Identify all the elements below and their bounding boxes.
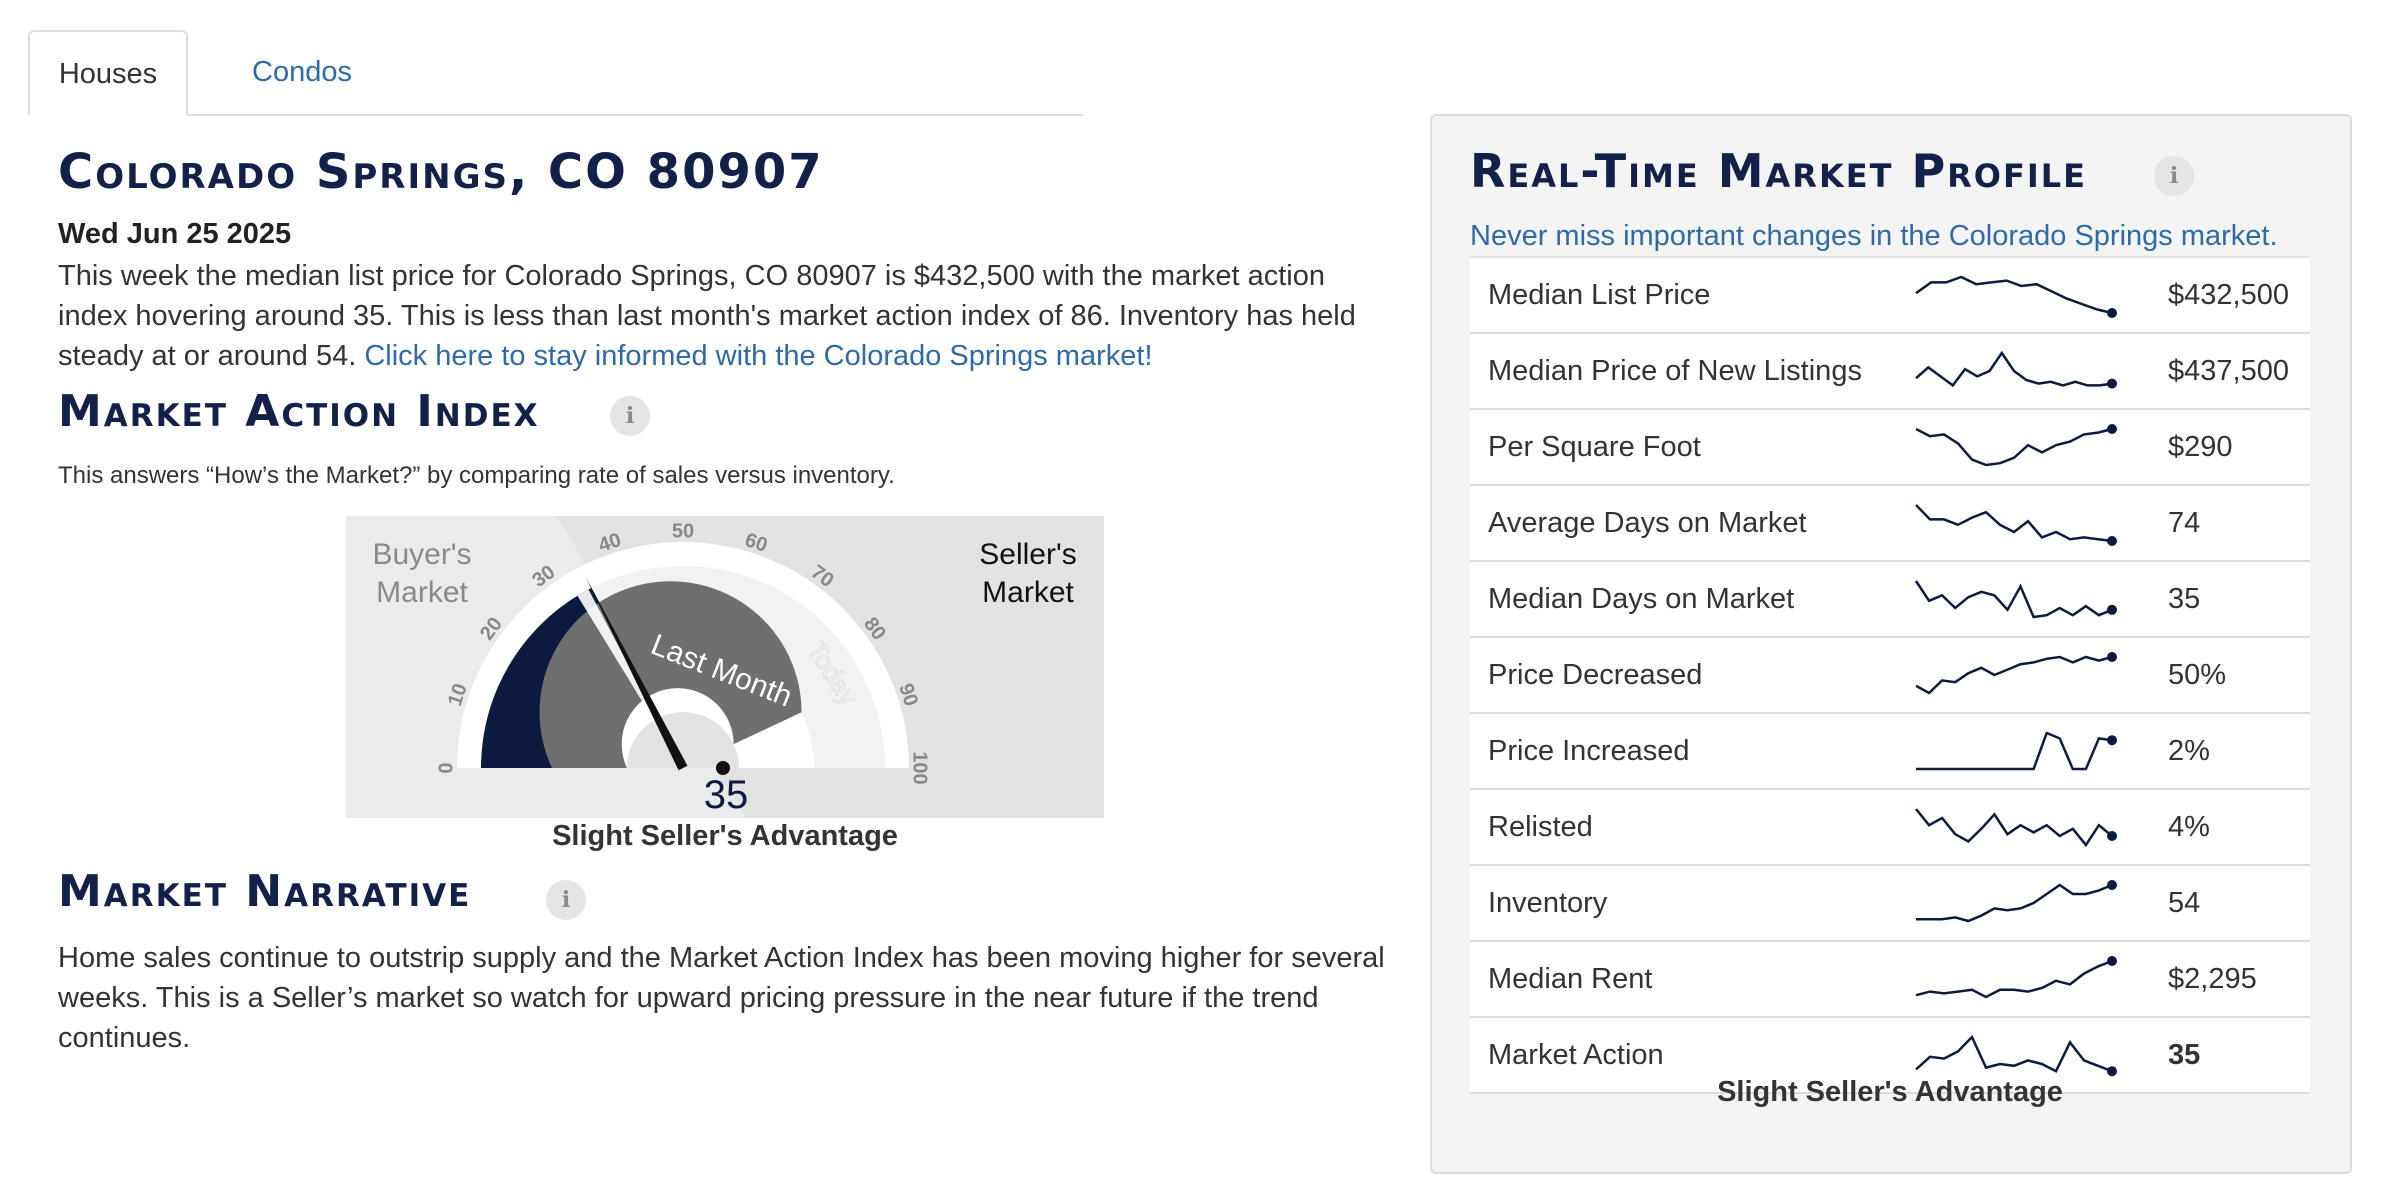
market-profile-caption: Slight Seller's Advantage: [1717, 1076, 2063, 1108]
trend-endpoint: [2107, 831, 2117, 841]
metric-value: $290: [2168, 431, 2233, 463]
trend-endpoint: [2107, 424, 2117, 434]
trend-line: [1915, 808, 2113, 848]
trend-sparkline: [1916, 880, 2117, 923]
trend-sparkline: [1915, 504, 2117, 546]
table-row: Price Increased 2%: [1470, 714, 2310, 790]
metric-label: Average Days on Market: [1488, 507, 1807, 539]
info-icon[interactable]: i: [610, 396, 650, 436]
metric-value: 74: [2168, 507, 2201, 539]
gauge-tick-label: 100: [909, 751, 931, 784]
trend-line: [1915, 427, 2113, 467]
table-row: Median Days on Market 35: [1470, 562, 2310, 638]
trend-line: [1915, 350, 2113, 388]
metric-value: 4%: [2168, 811, 2210, 843]
trend-endpoint: [2107, 735, 2117, 746]
stay-informed-link[interactable]: Click here to stay informed with the Col…: [364, 340, 1152, 372]
sellers-market-label-1: Seller's: [979, 538, 1076, 571]
trend-line: [1914, 580, 2113, 619]
trend-line: [1915, 504, 2113, 543]
sellers-market-label-2: Market: [982, 576, 1074, 609]
trend-sparkline: [1916, 731, 2117, 771]
trend-line: [1915, 1034, 2113, 1073]
trend-endpoint: [2107, 956, 2117, 966]
metric-label: Inventory: [1488, 887, 1608, 919]
metric-value: $432,500: [2168, 279, 2289, 311]
trend-line: [1916, 731, 2113, 771]
metric-value: $437,500: [2168, 355, 2289, 387]
gauge-svg: 010203040 50 60708090100 Last Month Today …: [346, 516, 1077, 818]
trend-line: [1915, 275, 2113, 315]
table-row: Average Days on Market 74: [1470, 486, 2310, 562]
gauge-value: 35: [704, 773, 749, 817]
trend-sparkline: [1915, 350, 2117, 389]
trend-line: [1915, 959, 2113, 999]
metric-label: Per Square Foot: [1488, 431, 1701, 463]
info-icon[interactable]: i: [2154, 156, 2194, 196]
metric-label: Relisted: [1488, 811, 1593, 843]
metric-value: 2%: [2168, 735, 2210, 767]
gauge-tick-label: 0: [435, 762, 457, 773]
table-row: Median Price of New Listings $437,500: [1470, 334, 2310, 410]
market-profile-table: Median List Price $432,500 Median Price of…: [1470, 256, 2310, 1094]
metric-value: 35: [2168, 583, 2201, 615]
metric-label: Price Decreased: [1488, 659, 1703, 691]
market-profile-subtitle: Never miss important changes in the Colo…: [1470, 220, 2278, 252]
table-row: Price Decreased 50%: [1470, 638, 2310, 714]
trend-endpoint: [2107, 308, 2117, 318]
trend-line: [1915, 655, 2113, 695]
metric-value: 54: [2168, 887, 2201, 919]
metric-label: Median Rent: [1488, 963, 1653, 995]
summary-paragraph: This week the median list price for Colo…: [58, 256, 1358, 376]
gauge-caption: Slight Seller's Advantage: [552, 820, 898, 852]
trend-endpoint: [2107, 880, 2117, 890]
buyers-market-label-2: Market: [376, 576, 468, 609]
table-row: Inventory 54: [1470, 866, 2310, 942]
trend-endpoint: [2107, 536, 2117, 546]
report-date: Wed Jun 25 2025: [58, 218, 292, 250]
page-title: Colorado Springs, CO 80907: [58, 144, 824, 200]
tab-condos[interactable]: Condos: [220, 30, 384, 114]
table-row: Median List Price $432,500: [1470, 258, 2310, 334]
buyers-market-label-1: Buyer's: [372, 538, 471, 571]
tab-houses[interactable]: Houses: [28, 30, 188, 116]
property-type-tabs: Houses Condos: [28, 30, 1083, 116]
trend-endpoint: [2107, 378, 2117, 389]
trend-sparkline: [1915, 1034, 2117, 1077]
table-row: Per Square Foot $290: [1470, 410, 2310, 486]
trend-sparkline: [1915, 652, 2117, 695]
market-narrative-text: Home sales continue to outstrip supply a…: [58, 942, 1385, 1054]
market-narrative-title: Market Narrative: [58, 866, 472, 917]
market-action-description: This answers “How’s the Market?” by comp…: [58, 462, 895, 489]
market-profile-title: Real-Time Market Profile: [1470, 144, 2088, 198]
metric-label: Median Days on Market: [1488, 583, 1795, 615]
gauge-tick-label: 50: [672, 520, 694, 542]
metric-value: $2,295: [2168, 963, 2257, 995]
trend-sparkline: [1915, 956, 2117, 999]
trend-sparkline: [1915, 424, 2117, 467]
metric-label: Median List Price: [1488, 279, 1711, 311]
metric-label: Median Price of New Listings: [1488, 355, 1862, 387]
market-action-gauge: 0 10 20 30 40 50 60 70 80 90 100 Last Month Today …: [346, 516, 1104, 818]
market-action-index-title: Market Action Index: [58, 386, 540, 437]
trend-line: [1916, 883, 2113, 923]
info-icon[interactable]: i: [546, 880, 586, 920]
trend-sparkline: [1915, 275, 2117, 318]
trend-sparkline: [1915, 808, 2117, 848]
table-row: Relisted 4%: [1470, 790, 2310, 866]
trend-endpoint: [2107, 1066, 2117, 1077]
trend-endpoint: [2107, 652, 2117, 662]
trend-sparkline: [1914, 580, 2117, 619]
table-row: Median Rent $2,295: [1470, 942, 2310, 1018]
metric-value: 50%: [2168, 659, 2227, 691]
trend-endpoint: [2107, 604, 2117, 615]
metric-label: Price Increased: [1488, 735, 1690, 767]
